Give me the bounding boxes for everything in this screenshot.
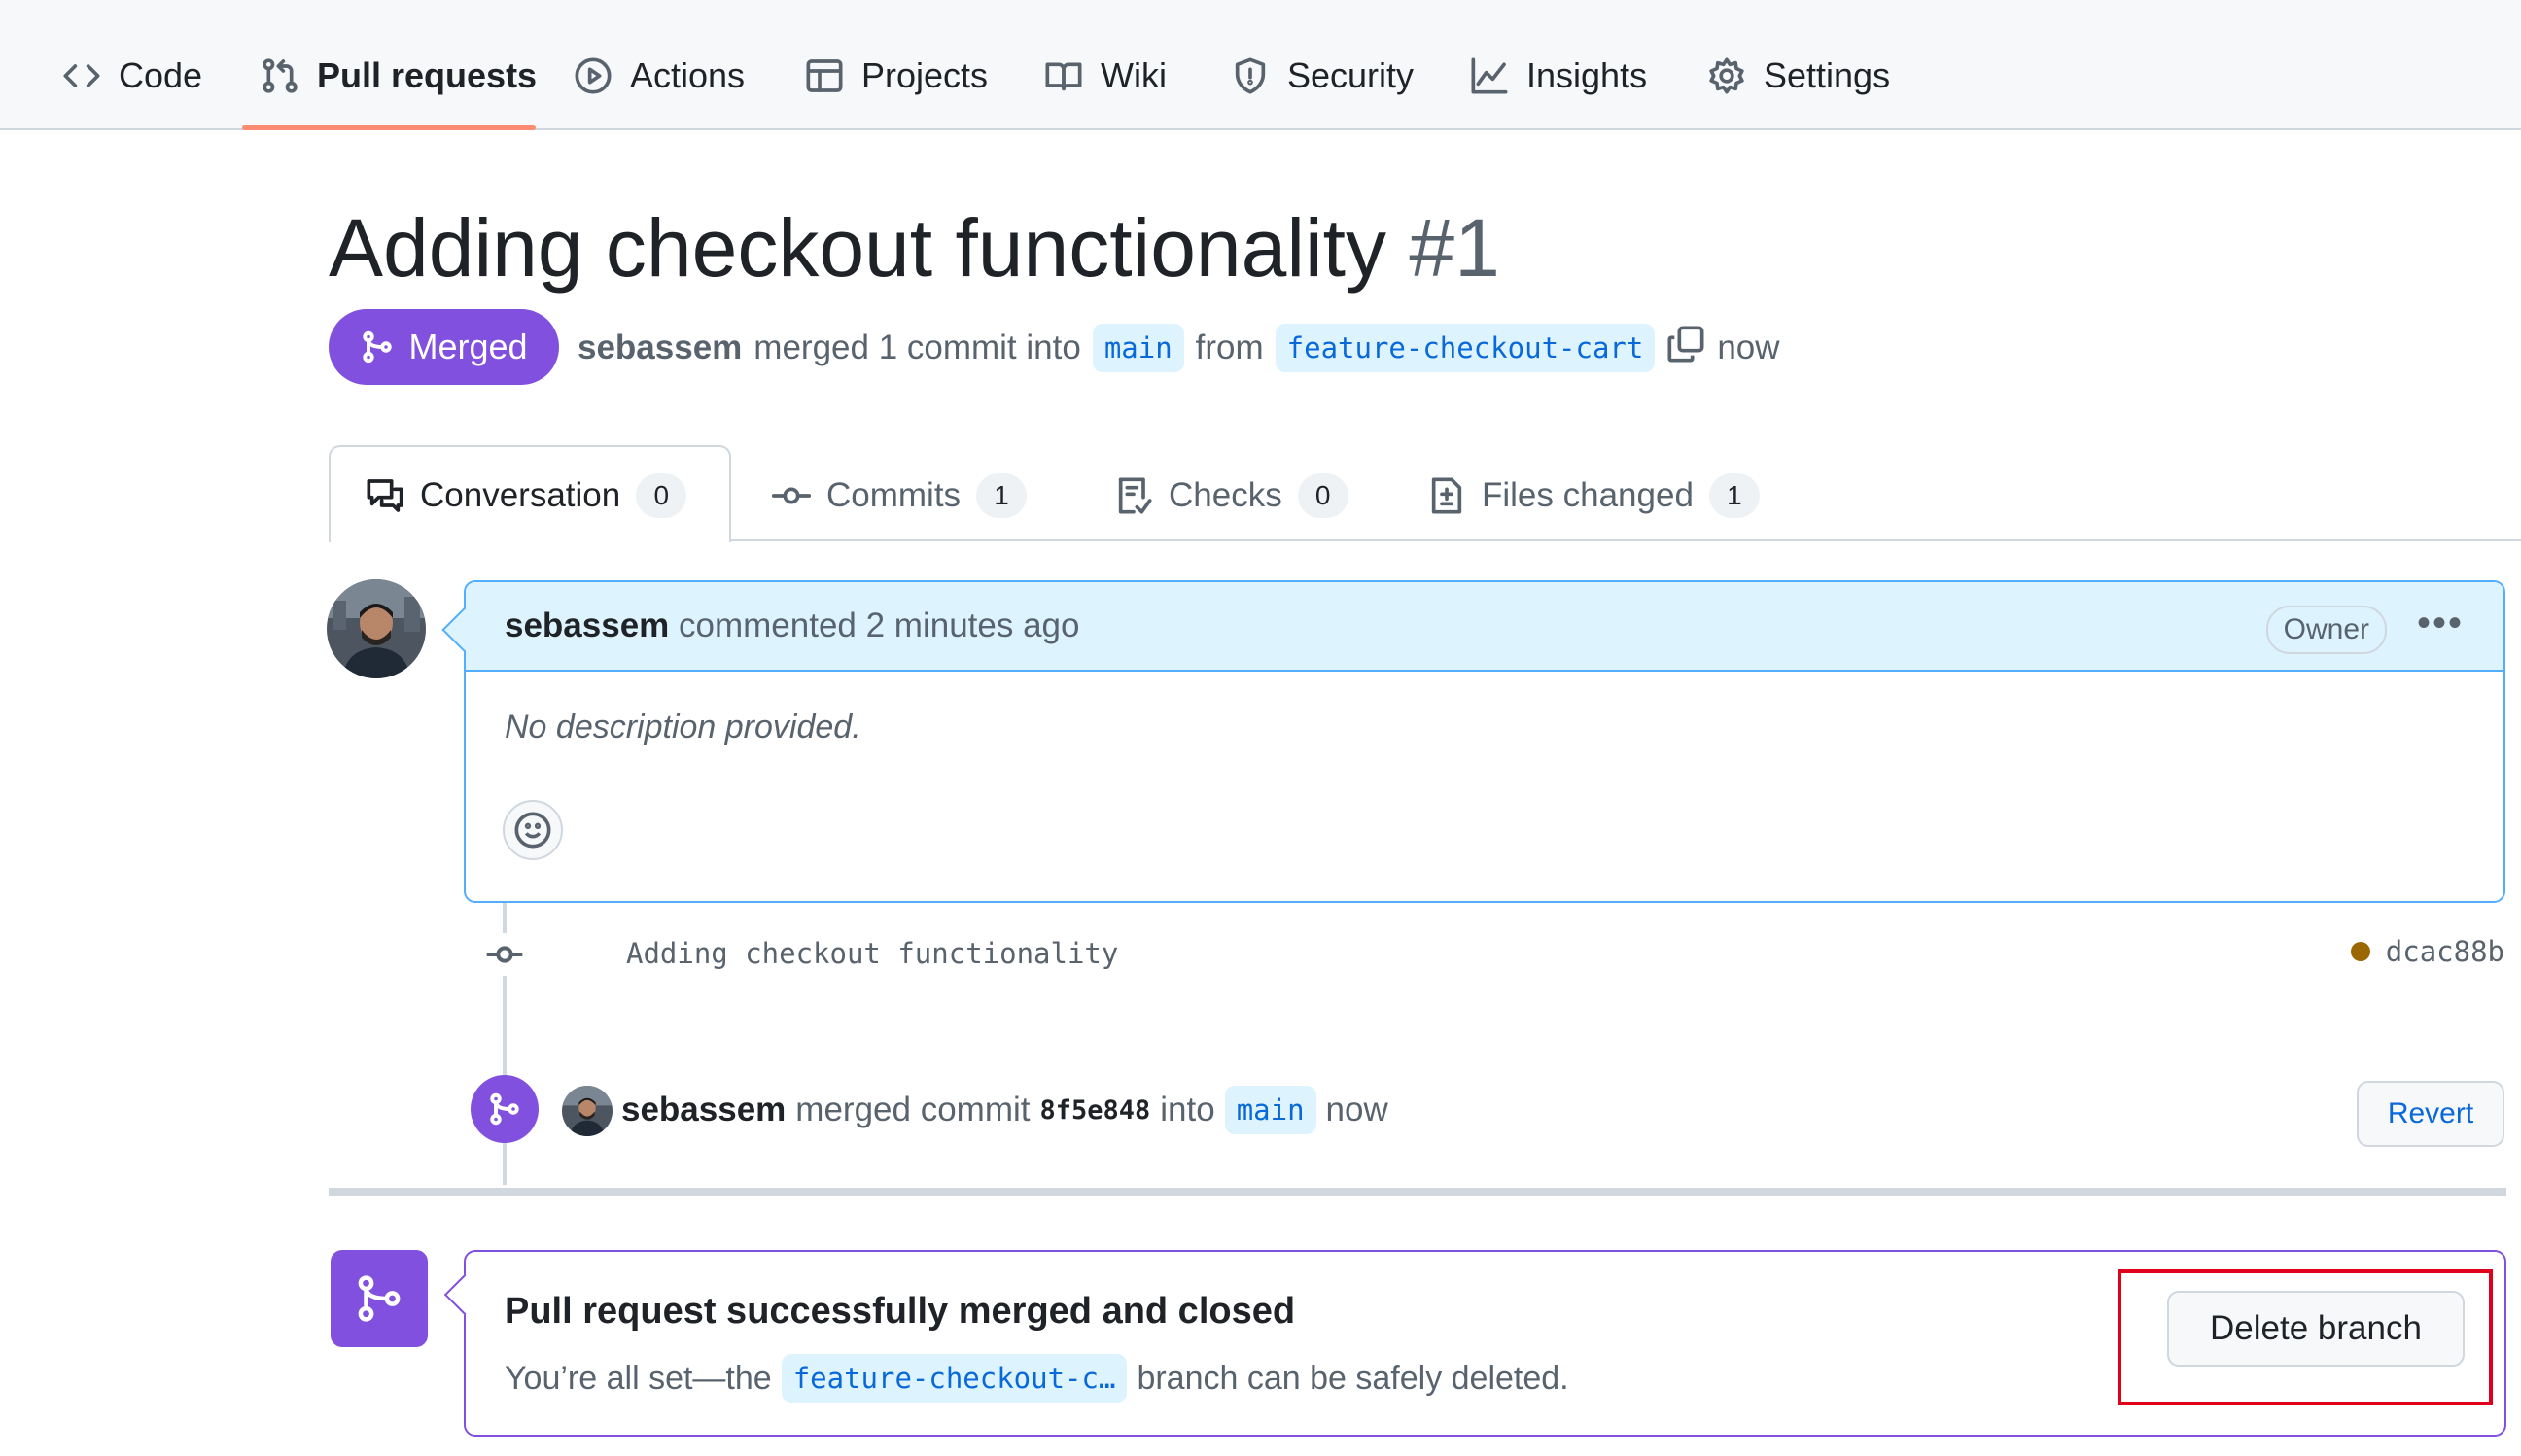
tab-conversation-count: 0 <box>636 473 687 518</box>
commit-node <box>483 933 526 976</box>
commit-sha: dcac88b <box>2385 935 2504 968</box>
table-icon <box>806 59 843 92</box>
pr-summary: merged 1 commit into <box>753 329 1081 366</box>
merged-status-title: Pull request successfully merged and clo… <box>505 1291 1296 1332</box>
merged-status-subtitle: You’re all set—the feature-checkout-c… b… <box>505 1353 1569 1404</box>
merged-state-label: Merged <box>408 327 528 366</box>
pr-title-text: Adding checkout functionality <box>329 202 1387 294</box>
commit-icon <box>486 946 523 963</box>
pr-number: #1 <box>1409 202 1500 294</box>
commit-message[interactable]: Adding checkout functionality <box>626 937 1118 970</box>
avatar[interactable] <box>327 579 426 678</box>
smiley-icon <box>514 812 551 849</box>
nav-pull-requests-label: Pull requests <box>317 55 538 95</box>
merge-icon <box>358 1275 401 1322</box>
pull-request-icon <box>263 58 298 93</box>
nav-code[interactable]: Code <box>62 51 202 101</box>
merged-sub-suffix: branch can be safely deleted. <box>1137 1359 1569 1397</box>
tab-conversation-label: Conversation <box>420 476 621 514</box>
copy-icon <box>1667 326 1704 362</box>
comment-action: commented 2 minutes ago <box>679 607 1080 644</box>
nav-projects-label: Projects <box>861 55 989 95</box>
comment-discussion-icon <box>367 479 403 512</box>
more-options-button[interactable]: ••• <box>2416 604 2465 644</box>
highlight-box <box>2118 1269 2493 1405</box>
tab-checks[interactable]: Checks 0 <box>1114 467 1348 525</box>
file-diff-icon <box>1431 477 1462 514</box>
nav-actions[interactable]: Actions <box>574 51 745 101</box>
merged-sub-prefix: You’re all set—the <box>505 1359 772 1397</box>
merge-author[interactable]: sebassem <box>621 1091 786 1129</box>
merge-time: now <box>1325 1091 1388 1128</box>
tab-commits-count: 1 <box>976 473 1028 518</box>
pr-title: Adding checkout functionality #1 <box>329 194 1500 301</box>
nav-security-label: Security <box>1287 55 1415 95</box>
shield-icon <box>1235 57 1266 94</box>
nav-pull-requests[interactable]: Pull requests <box>261 51 537 101</box>
nav-settings-label: Settings <box>1764 55 1891 95</box>
tab-checks-label: Checks <box>1169 476 1282 514</box>
gear-icon <box>1709 57 1744 94</box>
pr-author[interactable]: sebassem <box>578 329 742 367</box>
avatar-small[interactable] <box>562 1086 613 1136</box>
kebab-horizontal-icon: ••• <box>2416 602 2464 644</box>
copy-branch-button[interactable] <box>1666 325 1705 372</box>
merge-icon <box>490 1092 519 1126</box>
nav-insights-label: Insights <box>1526 55 1648 95</box>
revert-button[interactable]: Revert <box>2357 1081 2504 1147</box>
add-reaction-button[interactable] <box>503 800 563 860</box>
head-branch[interactable]: feature-checkout-cart <box>1275 324 1656 372</box>
comment-meta: sebassem commented 2 minutes ago <box>505 604 1079 648</box>
status-dot <box>2350 942 2370 961</box>
nav-actions-label: Actions <box>630 55 746 95</box>
nav-wiki[interactable]: Wiki <box>1044 51 1167 101</box>
tab-checks-count: 0 <box>1297 473 1348 518</box>
comment-author[interactable]: sebassem <box>505 607 669 644</box>
nav-wiki-label: Wiki <box>1101 55 1167 95</box>
tab-commits-label: Commits <box>826 476 962 514</box>
commit-sha-link[interactable]: dcac88b <box>2350 935 2504 968</box>
merge-into-text: into <box>1160 1091 1215 1128</box>
tab-files-changed[interactable]: Files changed 1 <box>1427 467 1760 525</box>
book-icon <box>1045 62 1082 91</box>
graph-icon <box>1471 57 1508 94</box>
merge-event-text: merged commit <box>795 1091 1031 1128</box>
tab-files-changed-label: Files changed <box>1482 476 1694 514</box>
comment-header: sebassem commented 2 minutes ago Owner •… <box>466 582 2503 672</box>
commit-icon <box>772 487 811 504</box>
avatar-small-image <box>562 1086 613 1136</box>
base-branch[interactable]: main <box>1092 324 1184 372</box>
comment-box: sebassem commented 2 minutes ago Owner •… <box>464 580 2505 903</box>
code-icon <box>63 64 100 87</box>
tab-conversation[interactable]: Conversation 0 <box>366 467 687 525</box>
merge-icon <box>363 330 393 364</box>
tab-commits[interactable]: Commits 1 <box>772 467 1028 525</box>
nav-settings[interactable]: Settings <box>1707 51 1890 101</box>
nav-active-underline <box>242 125 536 130</box>
tab-files-changed-count: 1 <box>1708 473 1760 518</box>
merge-target-branch[interactable]: main <box>1224 1086 1316 1134</box>
comment-body: No description provided. <box>505 709 861 745</box>
merge-commit-sha[interactable]: 8f5e848 <box>1039 1095 1150 1126</box>
nav-security[interactable]: Security <box>1231 51 1414 101</box>
nav-projects[interactable]: Projects <box>805 51 988 101</box>
merged-branch[interactable]: feature-checkout-c… <box>781 1354 1128 1403</box>
nav-insights[interactable]: Insights <box>1470 51 1647 101</box>
merge-event-badge <box>471 1075 539 1143</box>
owner-badge: Owner <box>2265 606 2387 654</box>
merged-status-icon <box>331 1250 428 1347</box>
merged-state-badge: Merged <box>329 309 559 385</box>
merge-event: sebassem merged commit 8f5e848 into main… <box>621 1085 1388 1135</box>
nav-code-label: Code <box>119 55 203 95</box>
from-text: from <box>1195 329 1264 366</box>
pr-meta: sebassem merged 1 commit into main from … <box>578 321 1780 375</box>
avatar-image <box>327 579 426 678</box>
play-icon <box>575 57 612 94</box>
pr-time: now <box>1717 329 1780 366</box>
checklist-icon <box>1118 477 1152 514</box>
timeline-end-divider <box>329 1188 2506 1196</box>
